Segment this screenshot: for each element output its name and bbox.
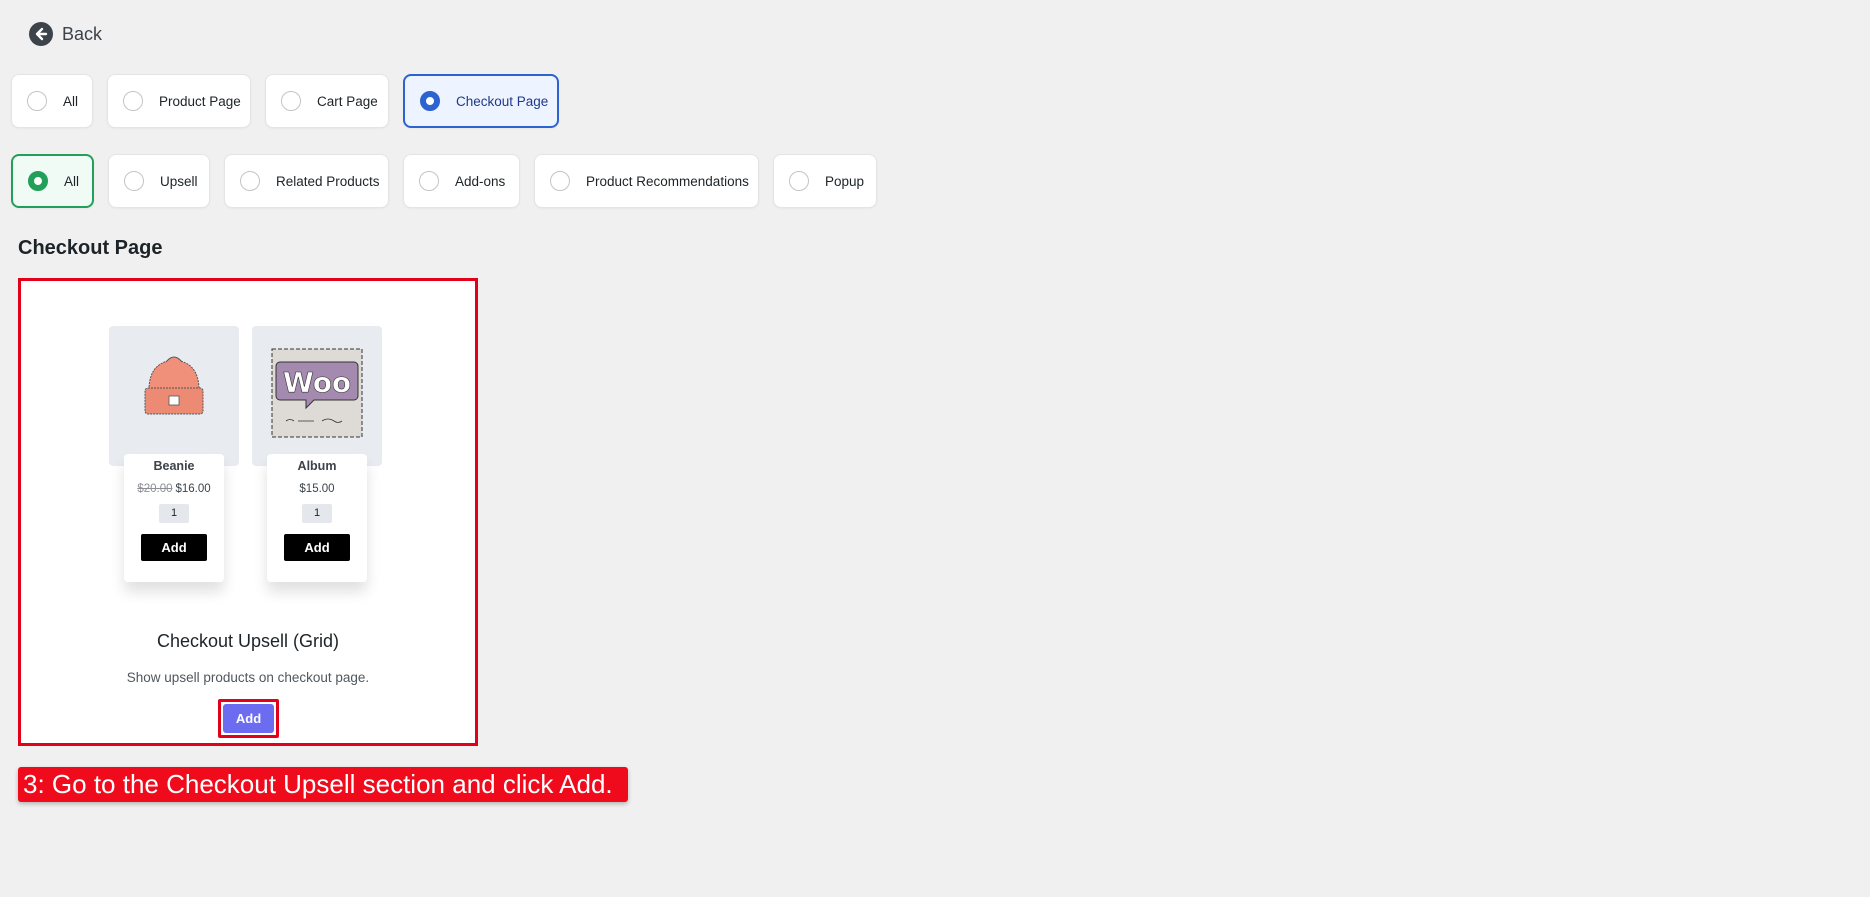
product-price: $15.00 [299,483,335,495]
filter-label: Add-ons [455,173,506,189]
type-filter-add-ons[interactable]: Add-ons [403,154,520,208]
location-filter-all[interactable]: All [11,74,93,128]
type-filter-group: All Upsell Related Products Add-ons Prod… [11,154,877,208]
product-name: Beanie [153,459,195,473]
card-title: Checkout Upsell (Grid) [156,631,340,651]
arrow-left-circle-icon [29,22,53,46]
album-logo-text: Woo [283,366,351,399]
product-old-price: $20.00 [137,483,173,495]
checkout-upsell-card: Beanie $20.00 $16.00 1 Add Woo Album $15.… [18,278,478,746]
type-filter-all[interactable]: All [11,154,94,208]
beanie-image [109,326,239,466]
product-name: Album [297,459,337,473]
radio-checked-icon [420,91,440,111]
radio-icon [240,171,260,191]
radio-icon [123,91,143,111]
location-filter-group: All Product Page Cart Page Checkout Page [11,74,559,128]
section-title: Checkout Page [18,237,163,259]
radio-icon [419,171,439,191]
add-checkout-upsell-button[interactable]: Add [223,704,274,733]
back-label: Back [62,23,103,44]
back-button[interactable]: Back [29,22,102,46]
card-description: Show upsell products on checkout page. [126,670,370,685]
add-to-cart-button[interactable]: Add [141,534,207,561]
product-card-beanie: Beanie $20.00 $16.00 1 Add [124,454,224,582]
radio-icon [281,91,301,111]
location-filter-checkout-page[interactable]: Checkout Page [403,74,559,128]
type-filter-upsell[interactable]: Upsell [108,154,210,208]
filter-label: All [63,93,79,109]
filter-label: Popup [825,173,865,189]
filter-label: Product Page [159,93,241,109]
radio-icon [789,171,809,191]
woo-album-image: Woo [252,326,382,466]
filter-label: Checkout Page [456,93,549,109]
filter-label: Upsell [160,173,198,189]
radio-icon [550,171,570,191]
radio-icon [124,171,144,191]
product-card-album: Album $15.00 1 Add [267,454,367,582]
filter-label: Product Recommendations [586,173,749,189]
quantity-field[interactable]: 1 [302,504,332,523]
type-filter-product-recommendations[interactable]: Product Recommendations [534,154,759,208]
location-filter-product-page[interactable]: Product Page [107,74,251,128]
add-to-cart-button[interactable]: Add [284,534,350,561]
location-filter-cart-page[interactable]: Cart Page [265,74,389,128]
filter-label: Related Products [276,173,380,189]
type-filter-popup[interactable]: Popup [773,154,877,208]
instruction-callout: 3: Go to the Checkout Upsell section and… [18,767,628,802]
quantity-field[interactable]: 1 [159,504,189,523]
product-sale-price: $16.00 [175,483,211,495]
add-button-highlight: Add [218,699,279,738]
filter-label: Cart Page [317,93,378,109]
radio-checked-icon [28,171,48,191]
product-price: $20.00 $16.00 [124,483,224,495]
radio-icon [27,91,47,111]
filter-label: All [64,173,80,189]
type-filter-related-products[interactable]: Related Products [224,154,389,208]
